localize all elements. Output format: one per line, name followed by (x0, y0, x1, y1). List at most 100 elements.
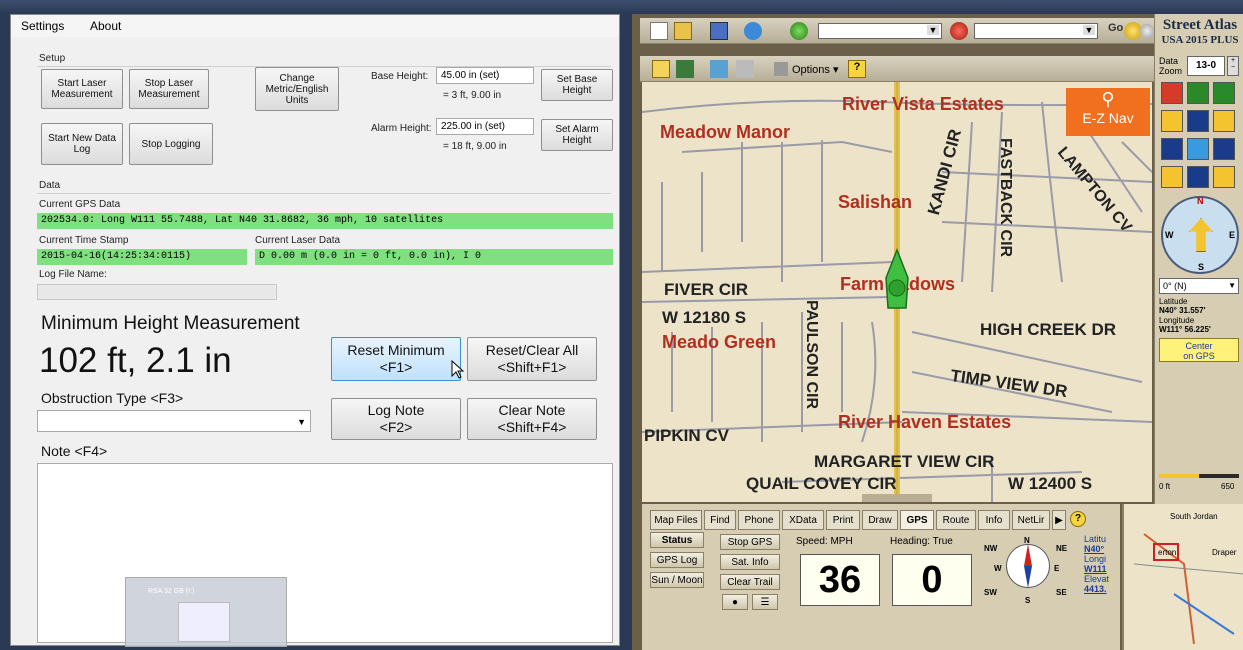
compass-e: E (1229, 230, 1236, 240)
green-location-icon[interactable] (790, 22, 808, 40)
tab-route[interactable]: Route (936, 510, 976, 530)
stop-gps-button[interactable]: Stop GPS (720, 534, 780, 550)
map-label-river-vista: River Vista Estates (842, 94, 1004, 114)
reset-minimum-button[interactable]: Reset Minimum <F1> (331, 337, 461, 381)
globe-icon[interactable] (744, 22, 762, 40)
rose-sw: SW (984, 588, 997, 597)
pan-west-icon[interactable] (1161, 138, 1183, 160)
gps-lon-value: W111 (1084, 564, 1107, 574)
set-alarm-height-button[interactable]: Set Alarm Height (541, 119, 613, 151)
tab-scroll-right-icon[interactable]: ▶ (1052, 510, 1066, 530)
clear-trail-button[interactable]: Clear Trail (720, 574, 780, 590)
menu-about[interactable]: About (90, 19, 121, 33)
new-file-icon[interactable] (650, 22, 668, 40)
data-zoom-label: Data Zoom (1159, 56, 1183, 76)
map-image-icon[interactable] (710, 60, 728, 78)
red-location-icon[interactable] (950, 22, 968, 40)
tab-map-files[interactable]: Map Files (650, 510, 702, 530)
heading-select[interactable]: 0° (N) ▼ (1159, 278, 1239, 294)
start-laser-button[interactable]: Start Laser Measurement (41, 69, 123, 109)
zoom-in-3-icon[interactable] (1161, 82, 1183, 104)
pan-south-icon[interactable] (1187, 166, 1209, 188)
gps-lat-label: Latitu (1084, 534, 1107, 544)
scale-right-label: 650 (1221, 482, 1235, 491)
gps-settings-icon[interactable]: ☰ (752, 594, 778, 610)
zoom-in-1-icon[interactable] (1213, 82, 1235, 104)
terrain-icon[interactable] (676, 60, 694, 78)
layers-icon[interactable] (736, 60, 754, 78)
zoom-stepper[interactable]: + − (1227, 56, 1239, 76)
ez-nav-button[interactable]: ⚲ E-Z Nav (1066, 88, 1150, 136)
help-icon[interactable]: ? (1070, 511, 1086, 527)
gps-status-button[interactable]: Status (650, 532, 704, 548)
data-divider (37, 193, 611, 194)
tab-info[interactable]: Info (978, 510, 1010, 530)
sat-info-button[interactable]: Sat. Info (720, 554, 780, 570)
brand-logo: Street Atlas USA 2015 PLUS (1159, 18, 1241, 47)
minimap-label-erton: erton (1158, 548, 1177, 557)
tab-draw[interactable]: Draw (862, 510, 898, 530)
alarm-height-label: Alarm Height: (371, 123, 432, 134)
start-new-log-button[interactable]: Start New Data Log (41, 123, 123, 165)
map-label-w12400: W 12400 S (1008, 474, 1093, 493)
map-scale-bar (1159, 474, 1239, 478)
street-atlas-window: ▼ ▼ Go Options ▾ ? River Vista Estates M… (632, 0, 1243, 650)
recenter-icon[interactable] (1187, 138, 1209, 160)
stop-laser-button[interactable]: Stop Laser Measurement (129, 69, 209, 109)
map-compass[interactable]: N S E W (1161, 196, 1239, 274)
map-pin-icon[interactable] (652, 60, 670, 78)
compass-needle-icon (1024, 544, 1032, 588)
tab-find[interactable]: Find (704, 510, 736, 530)
set-base-height-button[interactable]: Set Base Height (541, 69, 613, 101)
pan-north-icon[interactable] (1187, 110, 1209, 132)
compass-n: N (1197, 196, 1204, 206)
note-textarea[interactable] (37, 463, 613, 643)
pan-southwest-icon[interactable] (1161, 166, 1183, 188)
help-icon[interactable]: ? (848, 60, 866, 78)
base-height-field[interactable]: 45.00 in (set) (436, 67, 534, 84)
tab-gps[interactable]: GPS (900, 510, 934, 530)
obstruction-type-select[interactable]: ▼ (37, 410, 311, 432)
start-location-input[interactable]: ▼ (818, 23, 942, 39)
heading-readout: 0 (892, 554, 972, 606)
window-titlebar[interactable] (0, 0, 632, 14)
search-icon: ⚲ (1101, 89, 1115, 109)
map-canvas[interactable]: River Vista Estates Meadow Manor Salisha… (642, 82, 1152, 502)
alarm-height-field[interactable]: 225.00 in (set) (436, 118, 534, 135)
gps-log-button[interactable]: GPS Log (650, 552, 704, 568)
clear-note-button[interactable]: Clear Note <Shift+F4> (467, 398, 597, 440)
save-icon[interactable] (710, 22, 728, 40)
zoom-in-2-icon[interactable] (1187, 82, 1209, 104)
street-atlas-titlebar[interactable] (632, 0, 1243, 14)
time-stamp-readout: 2015-04-16(14:25:34:0115) (37, 249, 247, 265)
taskbar-thumbnail-preview[interactable]: RSA 32 GB (I:) (125, 577, 287, 647)
sun-moon-button[interactable]: Sun / Moon (650, 572, 704, 588)
options-grid-icon[interactable] (774, 62, 788, 76)
reset-clear-all-button[interactable]: Reset/Clear All <Shift+F1> (467, 337, 597, 381)
stop-logging-button[interactable]: Stop Logging (129, 123, 213, 165)
tab-netlink[interactable]: NetLir (1012, 510, 1050, 530)
center-on-gps-button[interactable]: Center on GPS (1159, 338, 1239, 362)
open-folder-icon[interactable] (674, 22, 692, 40)
data-zoom-field[interactable]: 13-0 (1187, 56, 1225, 76)
setup-group-label: Setup (39, 53, 66, 64)
tab-phone[interactable]: Phone (738, 510, 780, 530)
change-units-button[interactable]: Change Metric/English Units (255, 67, 339, 111)
overview-minimap[interactable]: South Jordan Draper erton (1122, 504, 1243, 650)
gps-vehicle-arrow-icon (885, 248, 909, 309)
pan-southeast-icon[interactable] (1213, 166, 1235, 188)
pan-northwest-icon[interactable] (1161, 110, 1183, 132)
log-note-button[interactable]: Log Note <F2> (331, 398, 461, 440)
tab-print[interactable]: Print (826, 510, 860, 530)
menu-settings[interactable]: Settings (21, 19, 64, 33)
gps-device-icon[interactable]: ● (722, 594, 748, 610)
note-label: Note <F4> (41, 443, 108, 459)
tab-xdata[interactable]: XData (782, 510, 824, 530)
minimap-label-draper: Draper (1212, 548, 1237, 557)
gray-light-icon[interactable] (1140, 24, 1154, 38)
end-location-input[interactable]: ▼ (974, 23, 1098, 39)
map-resize-handle[interactable] (862, 494, 932, 502)
pan-northeast-icon[interactable] (1213, 110, 1235, 132)
pan-east-icon[interactable] (1213, 138, 1235, 160)
options-menu[interactable]: Options ▾ (792, 63, 839, 76)
